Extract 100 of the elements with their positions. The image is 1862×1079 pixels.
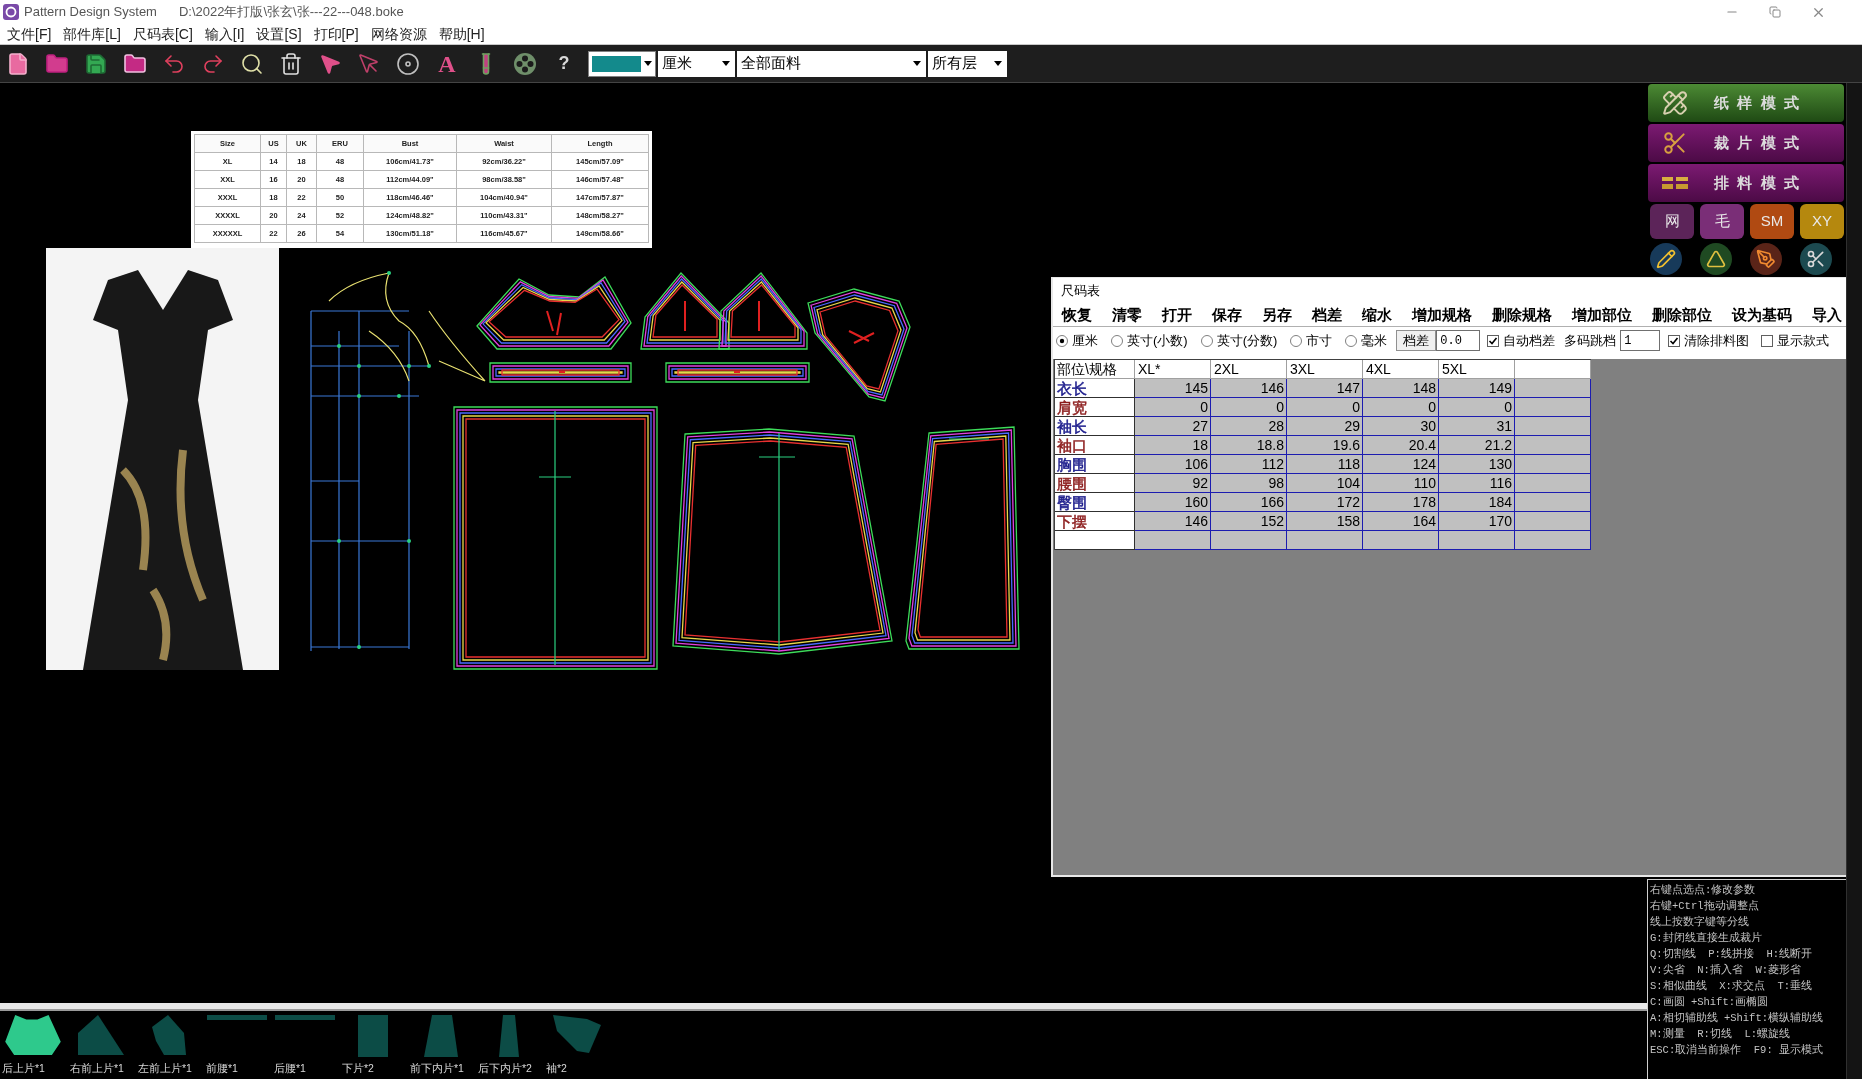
disc-icon[interactable] [396,51,420,76]
menu-item[interactable]: 设置[S] [256,23,302,45]
unit-radio[interactable]: 英寸(小数) [1111,330,1188,351]
toolbar-button[interactable]: 删除部位 [1652,304,1712,325]
table-cell[interactable]: 104 [1287,474,1363,493]
table-cell[interactable]: 118 [1287,455,1363,474]
unit-radio[interactable]: 厘米 [1056,330,1098,351]
piece-thumbnail[interactable]: 左前上片*1 [138,1011,206,1079]
table-cell[interactable]: 110 [1363,474,1439,493]
pencil-icon[interactable] [1650,243,1682,275]
zoom-icon[interactable] [240,51,264,76]
table-cell[interactable]: 30 [1363,417,1439,436]
table-cell[interactable]: 18 [1135,436,1211,455]
table-cell[interactable]: 106 [1135,455,1211,474]
clear-layout-checkbox[interactable]: 清除排料图 [1668,330,1750,351]
table-cell[interactable]: 29 [1287,417,1363,436]
table-cell[interactable]: 21.2 [1439,436,1515,455]
table-cell[interactable]: 92 [1135,474,1211,493]
table-cell[interactable]: 27 [1135,417,1211,436]
grade-input[interactable]: 0.0 [1436,330,1481,351]
text-tool-button[interactable]: A [435,50,459,77]
menu-item[interactable]: 尺码表[C] [132,23,193,45]
table-cell[interactable]: 146 [1135,512,1211,531]
toolbar-button[interactable]: 清零 [1112,304,1142,325]
table-cell[interactable]: 98 [1211,474,1287,493]
layer-dropdown[interactable]: 所有层 [928,50,1007,77]
table-cell[interactable]: 0 [1135,398,1211,417]
fabric-dropdown[interactable]: 全部面料 [737,50,926,77]
new-file-icon[interactable] [6,51,30,76]
toolbar-button[interactable]: 另存 [1262,304,1292,325]
table-cell[interactable]: 160 [1135,493,1211,512]
auto-grade-checkbox[interactable]: 自动档差 [1487,330,1556,351]
show-style-checkbox[interactable]: 显示款式 [1761,330,1830,351]
piece-thumbnail[interactable]: 后下内片*2 [478,1011,546,1079]
table-cell[interactable]: 166 [1211,493,1287,512]
toolbar-button[interactable]: 设为基码 [1732,304,1792,325]
table-cell[interactable]: 31 [1439,417,1515,436]
mode-button[interactable]: 纸样模式 [1648,84,1844,122]
table-cell[interactable]: 146 [1211,379,1287,398]
table-cell[interactable]: 112 [1211,455,1287,474]
toolbar-button[interactable]: 增加部位 [1572,304,1632,325]
menu-item[interactable]: 输入[I] [204,23,245,45]
table-cell[interactable]: 170 [1439,512,1515,531]
table-cell[interactable]: 116 [1439,474,1515,493]
table-cell[interactable]: 145 [1135,379,1211,398]
table-cell[interactable]: 0 [1363,398,1439,417]
piece-thumbnail[interactable]: 前腰*1 [206,1011,274,1079]
menu-item[interactable]: 网络资源 [370,23,427,45]
skip-input[interactable]: 1 [1620,330,1661,351]
table-cell[interactable]: 124 [1363,455,1439,474]
table-cell[interactable]: 28 [1211,417,1287,436]
table-cell[interactable]: 20.4 [1363,436,1439,455]
trash-icon[interactable] [279,51,303,76]
table-cell[interactable]: 147 [1287,379,1363,398]
toolbar-button[interactable]: 档差 [1312,304,1342,325]
toolbar-button[interactable]: 打开 [1162,304,1192,325]
toolbar-button[interactable]: 保存 [1212,304,1242,325]
unit-dropdown[interactable]: 厘米 [658,50,735,77]
piece-thumbnail[interactable]: 后上片*1 [2,1011,70,1079]
grade-button[interactable]: 档差 [1396,330,1437,351]
table-cell[interactable]: 148 [1363,379,1439,398]
table-cell[interactable]: 0 [1439,398,1515,417]
piece-thumbnail[interactable]: 袖*2 [546,1011,614,1079]
menu-item[interactable]: 部件库[L] [63,23,121,45]
help-button[interactable]: ? [552,50,576,77]
menu-item[interactable]: 帮助[H] [438,23,485,45]
table-cell[interactable]: 18.8 [1211,436,1287,455]
pointer-icon[interactable] [357,51,381,76]
menu-item[interactable]: 文件[F] [7,23,52,45]
table-cell[interactable]: 172 [1287,493,1363,512]
unit-radio[interactable]: 英寸(分数) [1200,330,1278,351]
table-cell[interactable]: 0 [1287,398,1363,417]
pen-nib-icon[interactable] [1750,243,1782,275]
table-cell[interactable]: 130 [1439,455,1515,474]
save-icon[interactable] [84,51,108,76]
quick-button[interactable]: SM [1750,204,1794,239]
reel-icon[interactable] [513,51,537,76]
table-cell[interactable]: 178 [1363,493,1439,512]
toolbar-button[interactable]: 导入 [1812,304,1842,325]
open-folder-icon[interactable] [45,51,69,76]
table-cell[interactable]: 0 [1211,398,1287,417]
piece-thumbnail[interactable]: 后腰*1 [274,1011,342,1079]
table-cell[interactable]: 184 [1439,493,1515,512]
table-cell[interactable]: 158 [1287,512,1363,531]
toolbar-button[interactable]: 缩水 [1362,304,1392,325]
quick-button[interactable]: 网 [1650,204,1694,239]
unit-radio[interactable]: 市寸 [1290,330,1333,351]
table-cell[interactable]: 164 [1363,512,1439,531]
mode-button[interactable]: 裁片模式 [1648,124,1844,162]
color-dropdown[interactable] [588,50,656,77]
table-cell[interactable]: 19.6 [1287,436,1363,455]
unit-radio[interactable]: 毫米 [1345,330,1388,351]
table-cell[interactable]: 149 [1439,379,1515,398]
new-folder-icon[interactable] [123,51,147,76]
scissors-icon[interactable] [1800,243,1832,275]
table-cell[interactable]: 152 [1211,512,1287,531]
toolbar-button[interactable]: 恢复 [1062,304,1092,325]
piece-thumbnail[interactable]: 下片*2 [342,1011,410,1079]
toolbar-button[interactable]: 增加规格 [1412,304,1472,325]
menu-item[interactable]: 打印[P] [313,23,359,45]
